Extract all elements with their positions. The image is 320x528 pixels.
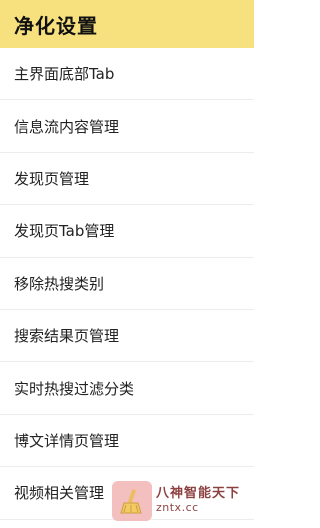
broom-icon <box>112 481 152 521</box>
page-header: 净化设置 <box>0 0 254 48</box>
list-item-label: 搜索结果页管理 <box>14 327 120 346</box>
list-item-label: 视频相关管理 <box>14 484 105 503</box>
watermark-text: 八神智能天下 zntx.cc <box>156 486 241 515</box>
list-item-label: 发现页管理 <box>14 169 90 188</box>
list-item-label: 发现页Tab管理 <box>14 222 115 241</box>
list-item-search-results[interactable]: 搜索结果页管理 <box>0 310 254 363</box>
list-item-post-detail[interactable]: 博文详情页管理 <box>0 415 254 468</box>
list-item-hot-search-category[interactable]: 移除热搜类别 <box>0 258 254 310</box>
list-item-main-tab[interactable]: 主界面底部Tab <box>0 48 254 101</box>
list-item-label: 主界面底部Tab <box>14 65 115 84</box>
list-item-discover-tab[interactable]: 发现页Tab管理 <box>0 205 254 258</box>
list-item-label: 博文详情页管理 <box>14 431 120 450</box>
list-item-label: 移除热搜类别 <box>14 274 105 293</box>
list-item-label: 实时热搜过滤分类 <box>14 379 135 398</box>
watermark: 八神智能天下 zntx.cc <box>112 480 250 522</box>
watermark-url: zntx.cc <box>156 501 199 515</box>
list-item-discover-page[interactable]: 发现页管理 <box>0 153 254 206</box>
list-item-feed-content[interactable]: 信息流内容管理 <box>0 100 254 153</box>
list-item-realtime-hot-filter[interactable]: 实时热搜过滤分类 <box>0 362 254 415</box>
watermark-title: 八神智能天下 <box>156 486 241 502</box>
settings-list: 主界面底部Tab 信息流内容管理 发现页管理 发现页Tab管理 移除热搜类别 搜… <box>0 48 254 520</box>
page-title: 净化设置 <box>14 13 98 38</box>
list-item-label: 信息流内容管理 <box>14 117 120 136</box>
